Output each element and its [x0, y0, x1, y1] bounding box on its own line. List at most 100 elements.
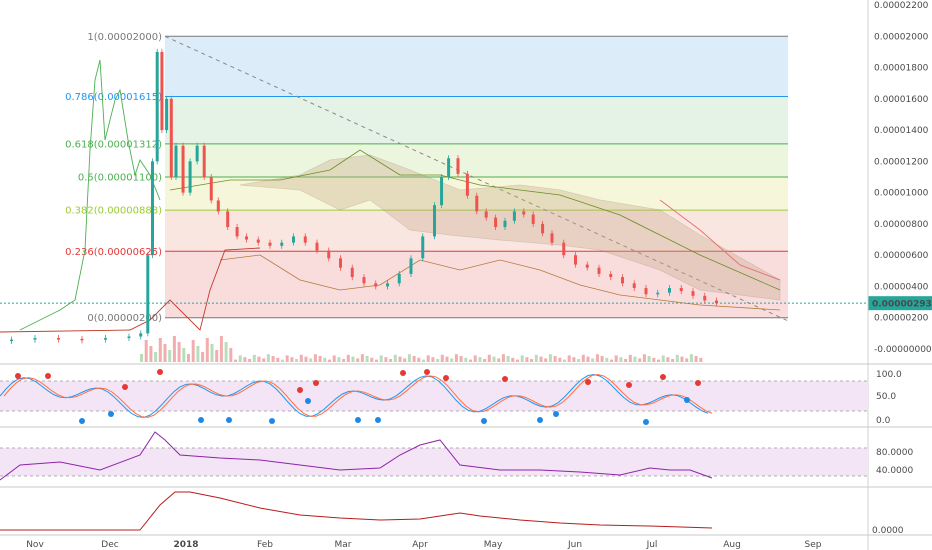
- stoch-overbought-dot: [122, 384, 128, 390]
- candle: [235, 227, 239, 237]
- volume-bar: [539, 356, 543, 362]
- stoch-overbought-dot: [157, 369, 163, 375]
- price-axis-tick: 0.00001200: [874, 157, 929, 167]
- candle: [226, 211, 230, 228]
- volume-bar: [360, 354, 364, 362]
- stoch-oversold-dot: [269, 418, 275, 424]
- x-axis-label: Jun: [567, 540, 582, 550]
- volume-bar: [140, 354, 143, 362]
- candle: [609, 273, 613, 278]
- price-axis-tick: 0.00000200: [874, 314, 929, 324]
- candle: [160, 51, 164, 131]
- stoch-overbought-dot: [660, 374, 666, 380]
- stoch-oversold-dot: [79, 418, 85, 424]
- volume-bar: [450, 358, 454, 362]
- candle: [165, 98, 169, 131]
- candle: [574, 255, 577, 265]
- volume-bar: [426, 355, 430, 362]
- candle: [195, 145, 199, 162]
- volume-bar: [666, 357, 670, 362]
- volume-bar: [154, 352, 158, 362]
- fib-label: 0.618(0.00001312): [65, 139, 162, 150]
- chart-screen: 1(0.00002000) 0.786(0.00001615) 0.618(0.00…: [0, 0, 932, 550]
- volume-bar: [403, 358, 407, 362]
- candle: [484, 211, 488, 218]
- stoch-oversold-dot: [355, 417, 361, 423]
- volume-bar: [271, 356, 275, 362]
- candle: [456, 158, 460, 174]
- candle: [374, 283, 378, 287]
- volume-bar: [591, 358, 595, 362]
- stoch-overbought-dot: [15, 373, 21, 379]
- stoch-overbought-dot: [424, 369, 430, 375]
- candle: [597, 267, 601, 274]
- volume-bar: [511, 357, 515, 362]
- volume-bar: [318, 356, 322, 362]
- volume-bar: [356, 358, 360, 362]
- volume-bar: [266, 354, 270, 362]
- price-axis-tick: 0.00001400: [874, 126, 929, 136]
- volume-bar: [224, 342, 228, 362]
- volume-bar: [201, 352, 205, 362]
- rsi-tick: 40.0000: [876, 466, 913, 476]
- volume-bar: [624, 359, 628, 362]
- volume-bar: [558, 357, 562, 362]
- volume-bar: [158, 338, 162, 362]
- candle: [127, 336, 131, 339]
- volume-bar: [469, 359, 472, 362]
- volume-bar: [610, 359, 613, 362]
- volume-bar: [299, 354, 303, 362]
- candle: [494, 217, 498, 228]
- candle: [585, 264, 589, 268]
- volume-bar: [544, 358, 548, 362]
- fib-zone: [165, 143, 788, 177]
- fib-zone: [165, 96, 788, 144]
- volume-bar: [440, 354, 444, 362]
- volume-bar: [581, 354, 585, 362]
- rsi-band: [0, 448, 868, 476]
- stoch-oversold-dot: [226, 417, 232, 423]
- volume-bar: [699, 357, 703, 362]
- volume-bar: [262, 358, 266, 362]
- candle: [397, 273, 401, 284]
- stoch-overbought-dot: [297, 387, 303, 393]
- volume-bar: [234, 359, 237, 362]
- candle: [33, 338, 37, 340]
- volume-bar: [657, 359, 660, 362]
- stoch-oversold-dot: [481, 418, 487, 424]
- candle: [668, 288, 671, 293]
- volume-bar: [497, 358, 501, 362]
- candle: [174, 145, 178, 177]
- volume-bar: [285, 355, 289, 362]
- volume-bar: [422, 359, 425, 362]
- volume-bar: [187, 354, 190, 362]
- volume-bar: [417, 357, 421, 362]
- price-chart[interactable]: 1(0.00002000) 0.786(0.00001615) 0.618(0.00…: [0, 0, 932, 550]
- volume-bar: [671, 359, 675, 362]
- candle: [10, 339, 13, 342]
- candle: [181, 145, 185, 193]
- volume-bar: [304, 356, 308, 362]
- stoch-overbought-dot: [313, 380, 319, 386]
- candle: [522, 211, 526, 215]
- volume-bar: [661, 355, 665, 362]
- volume-bar: [332, 355, 336, 362]
- candle: [151, 161, 154, 256]
- candle: [155, 51, 159, 162]
- fib-zone: [165, 36, 788, 97]
- volume-bar: [346, 354, 350, 362]
- volume-bar: [694, 356, 698, 362]
- candle: [202, 145, 206, 177]
- stoch-overbought-dot: [400, 370, 406, 376]
- price-axis-tick: -0.00000000: [874, 345, 932, 355]
- candle: [503, 220, 507, 228]
- volume-bar: [586, 356, 590, 362]
- volume-bar: [290, 357, 294, 362]
- candle: [465, 173, 469, 196]
- volume-bar: [342, 359, 346, 362]
- volume-bar: [351, 356, 355, 362]
- volume-bar: [252, 354, 256, 362]
- price-axis-tick: 0.00002000: [874, 32, 929, 42]
- x-axis-label: Apr: [412, 540, 428, 550]
- volume-bar: [309, 358, 313, 362]
